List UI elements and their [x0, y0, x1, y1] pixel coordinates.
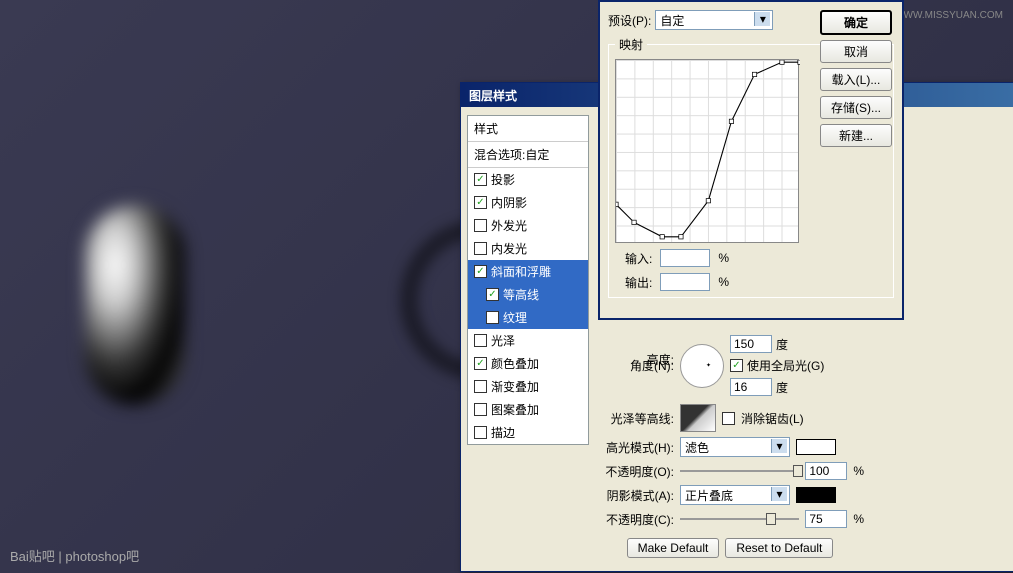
- checkbox-icon[interactable]: [474, 334, 487, 347]
- highlight-color-swatch[interactable]: [796, 439, 836, 455]
- global-light-label: 使用全局光(G): [747, 357, 824, 374]
- style-color-overlay[interactable]: 颜色叠加: [468, 352, 588, 375]
- label: 内阴影: [491, 194, 527, 211]
- label: 颜色叠加: [491, 355, 539, 372]
- label: 投影: [491, 171, 515, 188]
- output-value[interactable]: [660, 273, 710, 291]
- checkbox-icon[interactable]: [474, 403, 487, 416]
- shadow-opacity-input[interactable]: [805, 510, 847, 528]
- highlight-mode-label: 高光模式(H):: [596, 439, 674, 456]
- styles-header[interactable]: 样式: [468, 116, 588, 142]
- curve-grid[interactable]: [615, 59, 799, 243]
- highlight-opacity-input[interactable]: [805, 462, 847, 480]
- gloss-contour-label: 光泽等高线:: [596, 410, 674, 427]
- checkbox-icon[interactable]: [474, 196, 487, 209]
- checkbox-icon[interactable]: [486, 288, 499, 301]
- curve-new-button[interactable]: 新建...: [820, 124, 892, 147]
- checkbox-icon[interactable]: [474, 426, 487, 439]
- curve-path: [616, 60, 800, 244]
- output-label: 输出:: [625, 274, 652, 291]
- antialias-checkbox[interactable]: [722, 412, 735, 425]
- label: 纹理: [503, 309, 527, 326]
- style-texture[interactable]: 纹理: [468, 306, 588, 329]
- checkbox-icon[interactable]: [474, 173, 487, 186]
- shadow-color-swatch[interactable]: [796, 487, 836, 503]
- global-light-checkbox[interactable]: [730, 359, 743, 372]
- style-satin[interactable]: 光泽: [468, 329, 588, 352]
- label: 等高线: [503, 286, 539, 303]
- angle-dial[interactable]: ✦: [680, 344, 724, 388]
- checkbox-icon[interactable]: [474, 219, 487, 232]
- output-percent: %: [718, 275, 729, 289]
- curve-buttons: 确定 取消 载入(L)... 存储(S)... 新建...: [820, 10, 892, 147]
- degree-label: 度: [776, 336, 788, 353]
- curve-ok-button[interactable]: 确定: [820, 10, 892, 35]
- label: 渐变叠加: [491, 378, 539, 395]
- make-default-button[interactable]: Make Default: [627, 538, 720, 558]
- altitude-label: 高度:: [596, 351, 674, 368]
- checkbox-icon[interactable]: [474, 265, 487, 278]
- combo-value: 自定: [660, 12, 684, 29]
- highlight-opacity-slider[interactable]: [680, 462, 799, 480]
- highlight-opacity-label: 不透明度(O):: [596, 463, 674, 480]
- percent-label-2: %: [853, 512, 864, 526]
- angle-input[interactable]: [730, 335, 772, 353]
- styles-list: 样式 混合选项:自定 投影 内阴影 外发光 内发光 斜面和浮雕 等高线 纹理 光…: [467, 115, 589, 445]
- curve-save-button[interactable]: 存储(S)...: [820, 96, 892, 119]
- rendered-object-blob: [85, 205, 185, 405]
- watermark-baidu: Bai贴吧 | photoshop吧: [10, 546, 139, 565]
- shadow-opacity-slider[interactable]: [680, 510, 799, 528]
- label: 斜面和浮雕: [491, 263, 551, 280]
- preset-label: 预设(P):: [608, 12, 651, 29]
- contour-editor-dialog: 预设(P): 自定 映射 输入: % 输出: % 确定: [598, 0, 904, 320]
- highlight-mode-combo[interactable]: 滤色: [680, 437, 790, 457]
- label: 内发光: [491, 240, 527, 257]
- preset-combo[interactable]: 自定: [655, 10, 773, 30]
- percent-label: %: [853, 464, 864, 478]
- gloss-contour-picker[interactable]: [680, 404, 716, 432]
- checkbox-icon[interactable]: [486, 311, 499, 324]
- style-gradient-overlay[interactable]: 渐变叠加: [468, 375, 588, 398]
- degree-label-2: 度: [776, 379, 788, 396]
- style-inner-shadow[interactable]: 内阴影: [468, 191, 588, 214]
- style-stroke[interactable]: 描边: [468, 421, 588, 444]
- input-percent: %: [718, 251, 729, 265]
- curve-load-button[interactable]: 载入(L)...: [820, 68, 892, 91]
- label: 描边: [491, 424, 515, 441]
- antialias-label: 消除锯齿(L): [741, 410, 804, 427]
- shadow-mode-combo[interactable]: 正片叠底: [680, 485, 790, 505]
- style-drop-shadow[interactable]: 投影: [468, 168, 588, 191]
- style-outer-glow[interactable]: 外发光: [468, 214, 588, 237]
- curve-cancel-button[interactable]: 取消: [820, 40, 892, 63]
- blend-options[interactable]: 混合选项:自定: [468, 142, 588, 168]
- checkbox-icon[interactable]: [474, 380, 487, 393]
- style-contour[interactable]: 等高线: [468, 283, 588, 306]
- combo-value: 正片叠底: [685, 487, 733, 504]
- style-pattern-overlay[interactable]: 图案叠加: [468, 398, 588, 421]
- combo-value: 滤色: [685, 439, 709, 456]
- altitude-input[interactable]: [730, 378, 772, 396]
- style-inner-glow[interactable]: 内发光: [468, 237, 588, 260]
- label: 光泽: [491, 332, 515, 349]
- reset-default-button[interactable]: Reset to Default: [725, 538, 833, 558]
- input-label: 输入:: [625, 250, 652, 267]
- shadow-mode-label: 阴影模式(A):: [596, 487, 674, 504]
- label: 图案叠加: [491, 401, 539, 418]
- checkbox-icon[interactable]: [474, 357, 487, 370]
- shadow-opacity-label: 不透明度(C):: [596, 511, 674, 528]
- input-value[interactable]: [660, 249, 710, 267]
- label: 外发光: [491, 217, 527, 234]
- mapping-legend: 映射: [615, 36, 647, 53]
- style-bevel-emboss[interactable]: 斜面和浮雕: [468, 260, 588, 283]
- checkbox-icon[interactable]: [474, 242, 487, 255]
- layer-style-title: 图层样式: [469, 87, 517, 104]
